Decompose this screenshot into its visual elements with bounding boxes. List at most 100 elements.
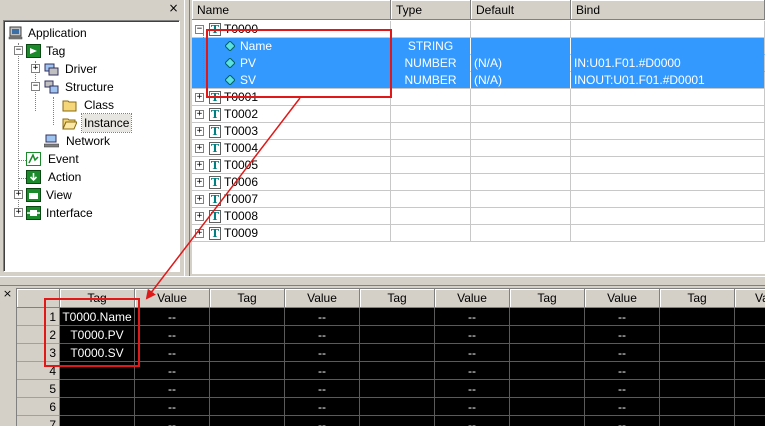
watch-tag-cell[interactable]	[360, 308, 435, 326]
watch-tag-cell[interactable]	[360, 344, 435, 362]
expand-icon[interactable]: +	[195, 195, 204, 204]
watch-tag-cell[interactable]	[60, 380, 135, 398]
watch-tag-cell[interactable]	[210, 380, 285, 398]
watch-tag-cell[interactable]	[60, 416, 135, 426]
watch-value-cell[interactable]: --	[135, 344, 210, 362]
watch-tag-cell[interactable]	[660, 308, 735, 326]
watch-tag-cell[interactable]	[210, 416, 285, 426]
watch-tag-cell[interactable]	[210, 362, 285, 380]
vertical-splitter[interactable]	[184, 0, 190, 276]
table-row[interactable]: + T T0009	[192, 225, 765, 242]
watch-value-cell[interactable]: --	[435, 380, 510, 398]
watch-value-cell[interactable]: --	[285, 326, 360, 344]
watch-value-cell[interactable]: --	[435, 362, 510, 380]
column-header-tag[interactable]: Tag	[60, 289, 135, 308]
watch-value-cell[interactable]: --	[135, 416, 210, 426]
table-row[interactable]: + T T0001	[192, 89, 765, 106]
watch-tag-cell[interactable]	[510, 326, 585, 344]
watch-tag-cell[interactable]	[360, 398, 435, 416]
tree-close-icon[interactable]: ×	[167, 2, 180, 15]
watch-value-cell[interactable]	[735, 326, 765, 344]
watch-value-cell[interactable]: --	[285, 308, 360, 326]
table-row[interactable]: + T T0002	[192, 106, 765, 123]
watch-value-cell[interactable]: --	[135, 362, 210, 380]
watch-value-cell[interactable]: --	[135, 380, 210, 398]
expand-icon[interactable]: +	[31, 64, 40, 73]
watch-tag-cell[interactable]	[510, 308, 585, 326]
column-header-bind[interactable]: Bind	[571, 0, 765, 20]
watch-value-cell[interactable]: --	[285, 362, 360, 380]
expand-icon[interactable]: +	[195, 212, 204, 221]
watch-tag-cell[interactable]: T0000.SV	[60, 344, 135, 362]
column-header-value[interactable]: Value	[585, 289, 660, 308]
watch-value-cell[interactable]: --	[585, 326, 660, 344]
watch-close-icon[interactable]: ×	[2, 288, 13, 299]
watch-value-cell[interactable]: --	[285, 344, 360, 362]
collapse-icon[interactable]: −	[31, 82, 40, 91]
watch-tag-cell[interactable]	[510, 398, 585, 416]
column-header-tag[interactable]: Tag	[360, 289, 435, 308]
table-row[interactable]: + T T0005	[192, 157, 765, 174]
column-header-value[interactable]: Va	[735, 289, 765, 308]
watch-value-cell[interactable]: --	[135, 308, 210, 326]
watch-tag-cell[interactable]	[210, 326, 285, 344]
column-header-type[interactable]: Type	[391, 0, 471, 20]
table-row[interactable]: + T T0006	[192, 174, 765, 191]
watch-tag-cell[interactable]	[360, 416, 435, 426]
collapse-icon[interactable]: −	[195, 25, 204, 34]
watch-value-cell[interactable]	[735, 344, 765, 362]
table-row[interactable]: + T T0004	[192, 140, 765, 157]
watch-tag-cell[interactable]	[210, 308, 285, 326]
watch-value-cell[interactable]: --	[435, 344, 510, 362]
watch-tag-cell[interactable]	[510, 380, 585, 398]
watch-tag-cell[interactable]	[510, 362, 585, 380]
column-header-tag[interactable]: Tag	[510, 289, 585, 308]
collapse-icon[interactable]: −	[14, 46, 23, 55]
expand-icon[interactable]: +	[14, 208, 23, 217]
expand-icon[interactable]: +	[195, 93, 204, 102]
watch-tag-cell[interactable]	[660, 344, 735, 362]
column-header-name[interactable]: Name	[192, 0, 391, 20]
table-row[interactable]: Name STRING	[192, 38, 765, 55]
watch-tag-cell[interactable]: T0000.Name	[60, 308, 135, 326]
watch-tag-cell[interactable]	[510, 344, 585, 362]
horizontal-splitter[interactable]	[0, 276, 765, 286]
watch-tag-cell[interactable]	[210, 344, 285, 362]
expand-icon[interactable]: +	[195, 161, 204, 170]
column-header-value[interactable]: Value	[285, 289, 360, 308]
watch-value-cell[interactable]: --	[135, 398, 210, 416]
column-header-tag[interactable]: Tag	[210, 289, 285, 308]
column-header-value[interactable]: Value	[435, 289, 510, 308]
watch-tag-cell[interactable]	[60, 398, 135, 416]
table-row[interactable]: PV NUMBER (N/A) IN:U01.F01.#D0000	[192, 55, 765, 72]
watch-tag-cell[interactable]	[60, 362, 135, 380]
watch-value-cell[interactable]: --	[435, 416, 510, 426]
table-row[interactable]: SV NUMBER (N/A) INOUT:U01.F01.#D0001	[192, 72, 765, 89]
watch-value-cell[interactable]: --	[585, 380, 660, 398]
watch-tag-cell[interactable]	[210, 398, 285, 416]
watch-value-cell[interactable]: --	[285, 380, 360, 398]
expand-icon[interactable]: +	[195, 127, 204, 136]
watch-tag-cell[interactable]	[360, 362, 435, 380]
watch-value-cell[interactable]: --	[585, 398, 660, 416]
watch-value-cell[interactable]: --	[285, 416, 360, 426]
watch-value-cell[interactable]	[735, 416, 765, 426]
watch-value-cell[interactable]: --	[135, 326, 210, 344]
watch-tag-cell[interactable]: T0000.PV	[60, 326, 135, 344]
watch-value-cell[interactable]	[735, 380, 765, 398]
watch-value-cell[interactable]	[735, 398, 765, 416]
watch-tag-cell[interactable]	[510, 416, 585, 426]
column-header-tag[interactable]: Tag	[660, 289, 735, 308]
expand-icon[interactable]: +	[195, 178, 204, 187]
expand-icon[interactable]: +	[195, 229, 204, 238]
watch-value-cell[interactable]: --	[435, 308, 510, 326]
watch-tag-cell[interactable]	[660, 380, 735, 398]
watch-tag-cell[interactable]	[360, 326, 435, 344]
table-row[interactable]: + T T0008	[192, 208, 765, 225]
watch-tag-cell[interactable]	[360, 380, 435, 398]
watch-tag-cell[interactable]	[660, 326, 735, 344]
watch-tag-cell[interactable]	[660, 362, 735, 380]
table-row[interactable]: + T T0007	[192, 191, 765, 208]
watch-value-cell[interactable]: --	[435, 398, 510, 416]
table-row[interactable]: + T T0003	[192, 123, 765, 140]
